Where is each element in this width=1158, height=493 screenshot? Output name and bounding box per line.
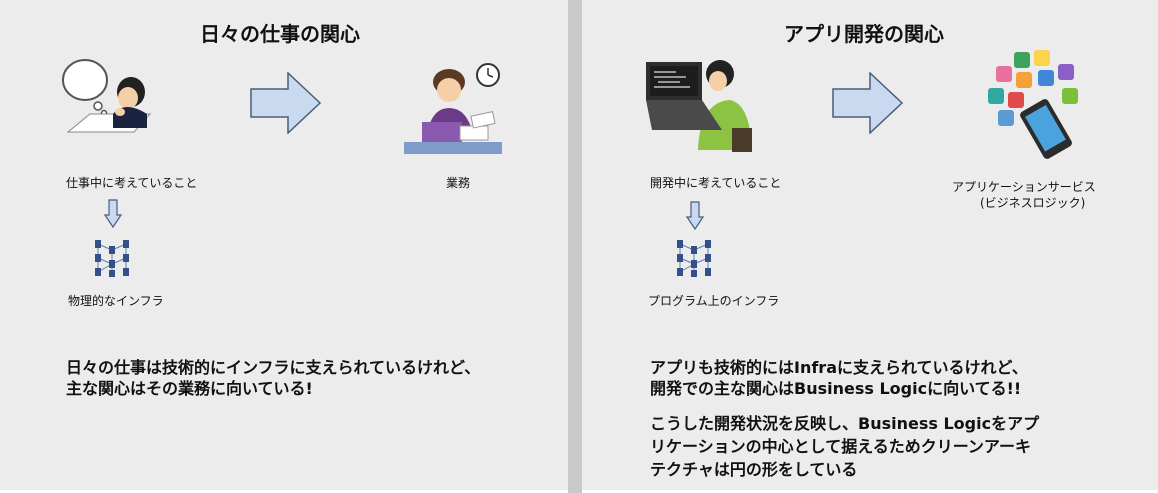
left-infra-label: 物理的なインフラ bbox=[68, 294, 164, 308]
smartphone-apps-icon bbox=[988, 50, 1078, 159]
right-arrow-icon bbox=[832, 72, 904, 134]
right-panel: アプリ開発の関心 開発中に考えていること アプリケーションサービス (ビジネスロ… bbox=[582, 0, 1158, 490]
programmer-icon bbox=[646, 60, 752, 152]
right-arrow-icon bbox=[250, 72, 322, 134]
left-message-line1: 日々の仕事は技術的にインフラに支えられているけれど、 bbox=[66, 358, 481, 377]
conclusion-line3: テクチャは円の形をしている bbox=[650, 460, 858, 479]
left-title: 日々の仕事の関心 bbox=[200, 22, 360, 46]
right-message-line2: 開発での主な関心はBusiness Logicに向いてる!! bbox=[650, 379, 1022, 398]
busy-worker-icon bbox=[404, 63, 502, 154]
network-infra-icon bbox=[677, 240, 711, 277]
right-infra-label: プログラム上のインフラ bbox=[648, 294, 780, 308]
down-arrow-icon bbox=[104, 199, 122, 229]
down-arrow-icon bbox=[686, 201, 704, 231]
left-thinking-label: 仕事中に考えていること bbox=[66, 176, 198, 190]
service-label-line2: (ビジネスロジック) bbox=[980, 196, 1086, 210]
conclusion-line1: こうした開発状況を反映し、Business Logicをアプ bbox=[650, 414, 1040, 433]
left-message-line2: 主な関心はその業務に向いている! bbox=[66, 379, 313, 398]
network-infra-icon bbox=[95, 240, 129, 277]
service-label-line1: アプリケーションサービス bbox=[952, 180, 1096, 194]
right-title: アプリ開発の関心 bbox=[784, 22, 944, 46]
left-panel: 日々の仕事の関心 仕事中に考えていること 業務 物理的なインフラ 日々の仕事は技… bbox=[0, 0, 568, 490]
business-label: 業務 bbox=[446, 176, 471, 190]
right-thinking-label: 開発中に考えていること bbox=[650, 176, 782, 190]
conclusion-line2: リケーションの中心として据えるためクリーンアーキ bbox=[650, 437, 1031, 456]
panel-divider bbox=[568, 0, 582, 493]
thinking-person-icon bbox=[62, 59, 152, 133]
right-message-line1: アプリも技術的にはInfraに支えられているけれど、 bbox=[650, 358, 1028, 377]
